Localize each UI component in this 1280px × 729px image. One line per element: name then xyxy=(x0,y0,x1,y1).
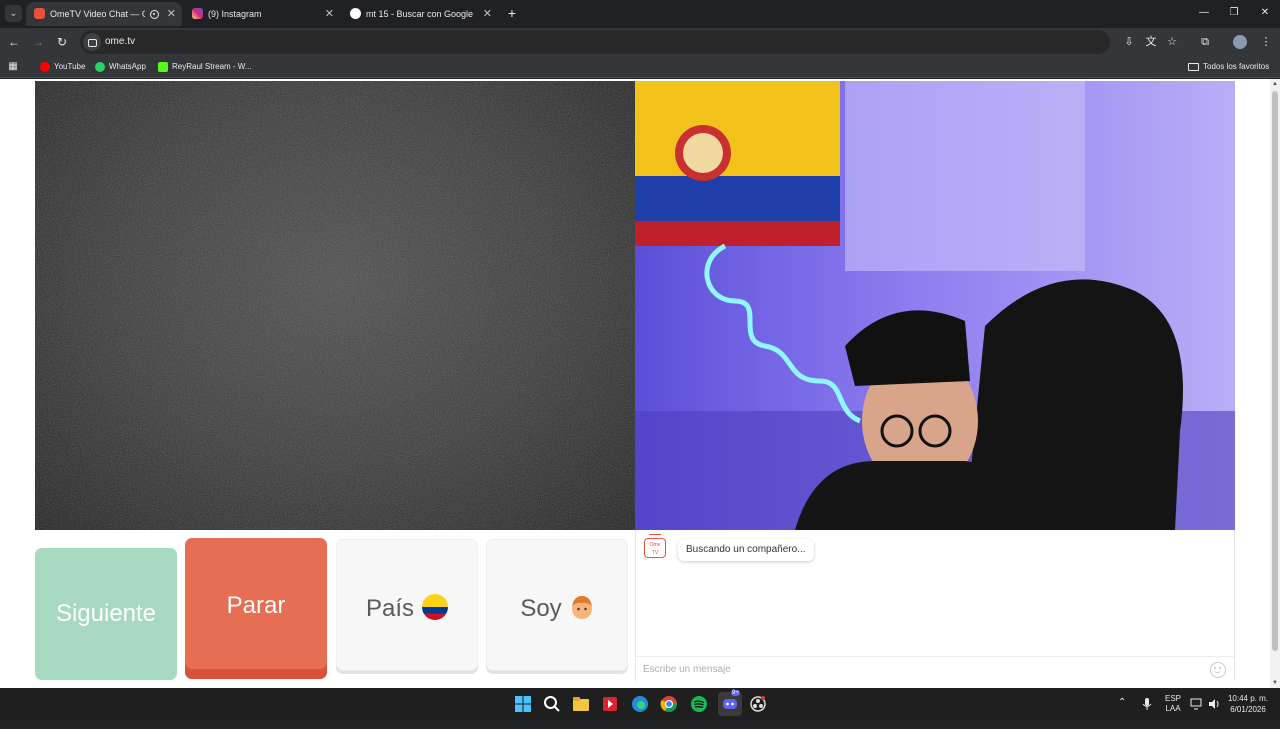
tab-google[interactable]: mt 15 - Buscar con Google ✕ xyxy=(342,2,498,26)
search-status-message: Buscando un compañero... xyxy=(678,539,814,561)
all-bookmarks-folder[interactable]: Todos los favoritos xyxy=(1188,56,1269,78)
apps-grid-icon[interactable]: ▦ xyxy=(4,58,22,76)
language-indicator[interactable]: ESP LAA xyxy=(1160,694,1186,726)
scroll-down-arrow-icon[interactable]: ▼ xyxy=(1272,680,1278,686)
youtube-icon xyxy=(40,61,50,72)
tab-title: (9) Instagram xyxy=(208,9,262,19)
file-explorer-icon[interactable] xyxy=(571,694,591,714)
url-text: ome.tv xyxy=(105,36,136,47)
bookmark-whatsapp[interactable]: WhatsApp xyxy=(95,56,146,78)
scroll-up-arrow-icon[interactable]: ▲ xyxy=(1272,81,1278,87)
close-window-icon[interactable]: ✕ xyxy=(1255,4,1275,22)
stop-button[interactable]: Parar xyxy=(185,538,327,679)
boy-face-emoji-icon xyxy=(570,594,594,620)
site-info-icon[interactable] xyxy=(83,33,101,51)
discord-badge: 9+ xyxy=(731,690,740,696)
tab-search-chevron-icon[interactable]: ⌄ xyxy=(5,5,22,22)
install-app-icon[interactable]: ⇩ xyxy=(1120,33,1138,51)
country-label: País xyxy=(365,595,415,622)
instagram-favicon-icon xyxy=(192,8,203,19)
edge-icon[interactable] xyxy=(630,694,650,714)
google-favicon-icon xyxy=(350,8,361,19)
extensions-icon[interactable]: ⧉ xyxy=(1196,33,1214,51)
microphone-icon[interactable] xyxy=(1139,696,1155,712)
browser-tab-bar: ⌄ OmeTV Video Chat — Ome ✕ (9) Instagram… xyxy=(0,0,1280,28)
static-noise-texture xyxy=(35,81,635,530)
profile-avatar-icon[interactable] xyxy=(1231,33,1249,51)
address-bar[interactable]: ome.tv xyxy=(80,30,1110,54)
language-line2: LAA xyxy=(1165,704,1181,713)
chat-panel: Ome TV Buscando un compañero... xyxy=(635,530,1235,681)
kick-icon xyxy=(158,61,168,72)
ometv-favicon-icon xyxy=(34,8,45,19)
bookmark-youtube[interactable]: YouTube xyxy=(40,56,85,78)
country-button[interactable]: País xyxy=(336,539,478,671)
windows-taskbar: 9+ ⌃ ESP LAA 10:44 p. m. 6/01/2026 xyxy=(0,688,1280,720)
tab-ometv[interactable]: OmeTV Video Chat — Ome ✕ xyxy=(26,2,182,26)
search-icon[interactable] xyxy=(542,694,562,714)
app-red-icon[interactable] xyxy=(600,694,620,714)
recording-indicator-icon xyxy=(150,10,159,19)
next-button[interactable]: Siguiente xyxy=(35,548,177,680)
clock[interactable]: 10:44 p. m. 6/01/2026 xyxy=(1226,693,1270,725)
bookmark-label: YouTube xyxy=(54,62,86,71)
bookmarks-bar: ▦ YouTube WhatsApp ReyRaul Stream - W...… xyxy=(0,56,1280,78)
message-input[interactable] xyxy=(643,661,1183,678)
close-tab-icon[interactable]: ✕ xyxy=(167,2,176,26)
ometv-page: Siguiente Parar País Soy Ome TV Buscando … xyxy=(0,79,1270,688)
clock-time: 10:44 p. m. xyxy=(1227,694,1269,703)
stop-label: Parar xyxy=(226,592,286,619)
close-tab-icon[interactable]: ✕ xyxy=(483,2,492,26)
gender-button[interactable]: Soy xyxy=(486,539,628,671)
scrollbar-thumb[interactable] xyxy=(1272,91,1278,651)
ometv-logo-icon: Ome TV xyxy=(644,534,666,558)
windows-start-icon[interactable] xyxy=(513,694,533,714)
gender-label: Soy xyxy=(520,595,562,622)
browser-menu-icon[interactable]: ⋮ xyxy=(1257,33,1275,51)
tab-title: mt 15 - Buscar con Google xyxy=(366,9,474,19)
message-input-bar xyxy=(636,656,1234,681)
spotify-icon[interactable] xyxy=(689,694,709,714)
bookmark-star-icon[interactable]: ☆ xyxy=(1163,33,1181,51)
page-scrollbar[interactable]: ▲ ▼ xyxy=(1270,79,1280,688)
discord-taskbar-item[interactable]: 9+ xyxy=(718,690,742,716)
chrome-icon[interactable] xyxy=(659,694,679,714)
tab-instagram[interactable]: (9) Instagram ✕ xyxy=(184,2,340,26)
back-arrow-icon[interactable]: ← xyxy=(5,33,23,51)
new-tab-plus-icon[interactable]: + xyxy=(504,4,520,22)
partner-video-static xyxy=(35,81,635,530)
minimize-icon[interactable]: — xyxy=(1194,4,1214,22)
tray-overflow-chevron-icon[interactable]: ⌃ xyxy=(1118,697,1126,729)
reload-icon[interactable]: ↻ xyxy=(53,33,71,51)
next-label: Siguiente xyxy=(55,600,157,627)
network-icon[interactable] xyxy=(1190,697,1204,711)
colombia-flag-icon xyxy=(422,594,449,620)
camera-scene xyxy=(635,81,1235,530)
own-camera-video xyxy=(635,81,1235,530)
close-tab-icon[interactable]: ✕ xyxy=(325,2,334,26)
browser-toolbar: ← → ↻ ome.tv ⇩ 文 ☆ ⧉ ⋮ xyxy=(0,28,1280,56)
tab-title: OmeTV Video Chat — Ome xyxy=(50,9,145,19)
volume-icon[interactable] xyxy=(1207,697,1221,711)
language-line1: ESP xyxy=(1164,694,1181,703)
discord-icon xyxy=(723,699,737,709)
folder-icon xyxy=(1188,62,1199,71)
all-bookmarks-label: Todos los favoritos xyxy=(1203,62,1270,71)
bookmark-label: ReyRaul Stream - W... xyxy=(172,62,252,71)
clock-date: 6/01/2026 xyxy=(1230,705,1266,714)
restore-icon[interactable]: ❐ xyxy=(1224,4,1244,22)
whatsapp-icon xyxy=(95,61,105,72)
obs-icon[interactable] xyxy=(748,694,768,714)
emoji-picker-icon[interactable] xyxy=(1210,662,1226,678)
bookmark-reyraul[interactable]: ReyRaul Stream - W... xyxy=(158,56,252,78)
bookmark-label: WhatsApp xyxy=(109,62,146,71)
translate-icon[interactable]: 文 xyxy=(1142,33,1160,51)
forward-arrow-icon[interactable]: → xyxy=(29,33,47,51)
